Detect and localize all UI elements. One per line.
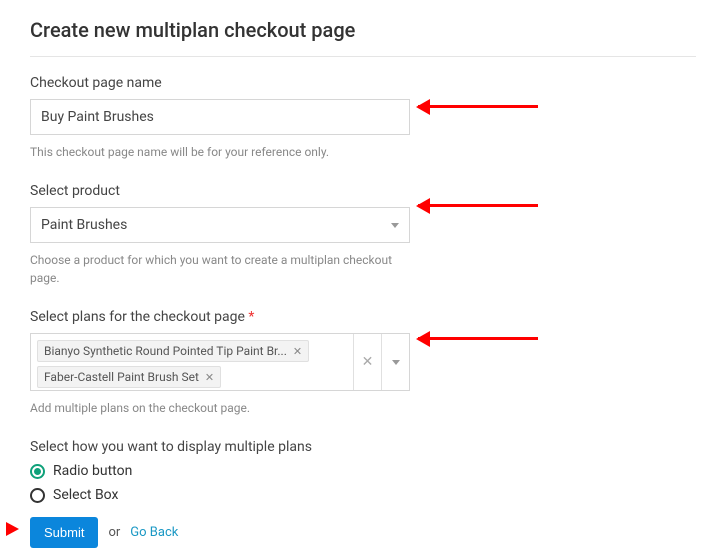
plans-label-text: Select plans for the checkout page bbox=[30, 309, 245, 325]
page-title: Create new multiplan checkout page bbox=[30, 18, 696, 42]
plans-help: Add multiple plans on the checkout page. bbox=[30, 399, 410, 417]
checkout-name-group: Checkout page name Buy Paint Brushes Thi… bbox=[30, 75, 696, 161]
display-label: Select how you want to display multiple … bbox=[30, 439, 696, 455]
checkout-name-value: Buy Paint Brushes bbox=[41, 109, 154, 125]
close-icon: ✕ bbox=[362, 354, 374, 370]
submit-button[interactable]: Submit bbox=[30, 517, 98, 548]
checkout-name-label: Checkout page name bbox=[30, 75, 696, 91]
plan-chip-label: Bianyo Synthetic Round Pointed Tip Paint… bbox=[44, 344, 287, 358]
plans-label: Select plans for the checkout page * bbox=[30, 309, 696, 325]
close-icon[interactable]: ✕ bbox=[205, 371, 214, 384]
chevron-down-icon bbox=[391, 223, 399, 228]
radio-option-radio-button[interactable]: Radio button bbox=[30, 463, 696, 479]
close-icon[interactable]: ✕ bbox=[293, 345, 302, 358]
product-group: Select product Paint Brushes Choose a pr… bbox=[30, 183, 696, 287]
plan-chip[interactable]: Faber-Castell Paint Brush Set ✕ bbox=[37, 366, 221, 388]
plans-multiselect[interactable]: Bianyo Synthetic Round Pointed Tip Paint… bbox=[30, 333, 410, 391]
annotation-arrow bbox=[418, 199, 538, 213]
checkout-name-input[interactable]: Buy Paint Brushes bbox=[30, 99, 410, 135]
clear-all-button[interactable]: ✕ bbox=[353, 334, 381, 390]
chips-area[interactable]: Bianyo Synthetic Round Pointed Tip Paint… bbox=[31, 334, 353, 390]
plan-chip-label: Faber-Castell Paint Brush Set bbox=[44, 370, 199, 384]
annotation-arrow bbox=[6, 522, 19, 536]
action-row: Submit or Go Back bbox=[30, 517, 696, 548]
product-help: Choose a product for which you want to c… bbox=[30, 251, 410, 287]
radio-option-select-box[interactable]: Select Box bbox=[30, 487, 696, 503]
display-group: Select how you want to display multiple … bbox=[30, 439, 696, 503]
radio-option-label: Select Box bbox=[53, 487, 118, 503]
annotation-arrow bbox=[418, 100, 538, 114]
plan-chip[interactable]: Bianyo Synthetic Round Pointed Tip Paint… bbox=[37, 340, 309, 362]
go-back-link[interactable]: Go Back bbox=[130, 525, 178, 540]
radio-unselected-icon bbox=[30, 488, 45, 503]
radio-option-label: Radio button bbox=[53, 463, 132, 479]
product-select[interactable]: Paint Brushes bbox=[30, 207, 410, 243]
checkout-name-help: This checkout page name will be for your… bbox=[30, 143, 410, 161]
plans-group: Select plans for the checkout page * Bia… bbox=[30, 309, 696, 417]
divider bbox=[30, 56, 696, 57]
or-text: or bbox=[108, 525, 120, 540]
chevron-down-icon bbox=[392, 360, 400, 365]
dropdown-toggle[interactable] bbox=[381, 334, 409, 390]
product-value: Paint Brushes bbox=[41, 217, 127, 233]
product-label: Select product bbox=[30, 183, 696, 199]
annotation-arrow bbox=[418, 332, 538, 346]
radio-selected-icon bbox=[30, 464, 45, 479]
required-asterisk: * bbox=[248, 309, 254, 325]
